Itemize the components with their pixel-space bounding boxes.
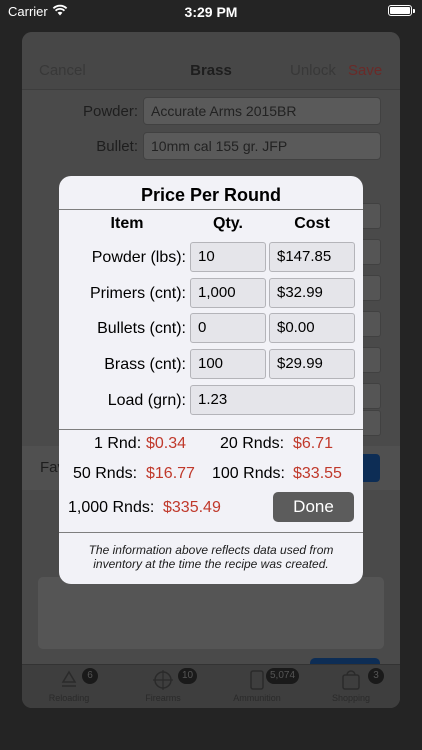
recycle-icon <box>61 670 77 687</box>
primers-qty-label: Primers (cnt): <box>90 285 186 302</box>
tab-label: Firearms <box>145 693 181 703</box>
powder-qty-label: Powder (lbs): <box>91 249 186 266</box>
tab-firearms[interactable]: Firearms 10 <box>116 665 210 708</box>
inventory-note: The information above reflects data used… <box>88 543 334 571</box>
tab-label: Shopping <box>331 693 371 703</box>
unlock-button[interactable]: Unlock <box>290 62 336 79</box>
divider <box>59 532 363 533</box>
powder-cost-field[interactable]: $147.85 <box>269 242 355 272</box>
ammo-box-icon <box>250 670 264 690</box>
crosshair-icon <box>153 670 173 690</box>
tab-label: Reloading <box>48 693 90 703</box>
bullet-label: Bullet: <box>96 137 138 155</box>
status-bar: Carrier 3:29 PM <box>0 0 422 26</box>
primers-cost-field[interactable]: $32.99 <box>269 278 355 308</box>
powder-qty-field[interactable]: 10 <box>190 242 266 272</box>
navigation-bar: Cancel Brass Unlock Save <box>22 32 400 90</box>
notes-field[interactable] <box>38 577 384 649</box>
brass-qty-field[interactable]: 100 <box>190 349 266 379</box>
page-title: Brass <box>190 62 232 79</box>
thousand-rounds-label: 1,000 Rnds: <box>68 499 155 516</box>
tab-badge: 3 <box>368 668 384 684</box>
tab-badge: 10 <box>178 668 198 684</box>
brass-qty-label: Brass (cnt): <box>104 356 186 373</box>
tab-bar: Reloading 6 Firearms 10 Ammunition 5,074… <box>22 664 400 708</box>
save-button[interactable]: Save <box>348 62 382 79</box>
divider <box>59 209 363 210</box>
bullet-field[interactable]: 10mm cal 155 gr. JFP <box>143 132 381 160</box>
one-round-label: 1 Rnd: <box>94 435 142 452</box>
tab-reloading[interactable]: Reloading 6 <box>22 665 116 708</box>
bullets-qty-label: Bullets (cnt): <box>97 320 186 337</box>
bullet-row: Bullet: 10mm cal 155 gr. JFP <box>96 132 381 160</box>
fifty-rounds-value: $16.77 <box>146 465 195 482</box>
shopping-bag-icon <box>342 670 360 690</box>
tab-badge: 5,074 <box>266 668 300 684</box>
tab-label: Ammunition <box>233 693 281 703</box>
bullets-cost-field[interactable]: $0.00 <box>269 313 355 343</box>
load-label: Load (grn): <box>107 392 186 409</box>
powder-label: Powder: <box>82 102 138 120</box>
tab-shopping[interactable]: Shopping 3 <box>304 665 398 708</box>
powder-field[interactable]: Accurate Arms 2015BR <box>143 97 381 125</box>
dialog-title: Price Per Round <box>140 185 282 205</box>
hundred-rounds-label: 100 Rnds: <box>212 465 285 482</box>
fifty-rounds-label: 50 Rnds: <box>73 465 138 482</box>
column-header-item: Item <box>110 215 144 232</box>
tab-ammunition[interactable]: Ammunition 5,074 <box>210 665 304 708</box>
one-round-value: $0.34 <box>146 435 187 452</box>
divider <box>59 429 363 430</box>
bullets-qty-field[interactable]: 0 <box>190 313 266 343</box>
twenty-rounds-label: 20 Rnds: <box>220 435 285 452</box>
battery-icon <box>388 5 415 16</box>
brass-cost-field[interactable]: $29.99 <box>269 349 355 379</box>
column-header-qty: Qty. <box>213 215 243 232</box>
done-button[interactable]: Done <box>273 492 354 522</box>
tab-badge: 6 <box>82 668 98 684</box>
primers-qty-field[interactable]: 1,000 <box>190 278 266 308</box>
price-per-round-dialog: Price Per Round Item Qty. Cost Powder (l… <box>59 176 363 584</box>
powder-row: Powder: Accurate Arms 2015BR <box>83 97 381 125</box>
status-time: 3:29 PM <box>184 4 238 20</box>
load-field[interactable]: 1.23 <box>190 385 355 415</box>
thousand-rounds-value: $335.49 <box>163 499 221 516</box>
twenty-rounds-value: $6.71 <box>293 435 334 452</box>
column-header-cost: Cost <box>294 215 330 232</box>
hundred-rounds-value: $33.55 <box>293 465 342 482</box>
